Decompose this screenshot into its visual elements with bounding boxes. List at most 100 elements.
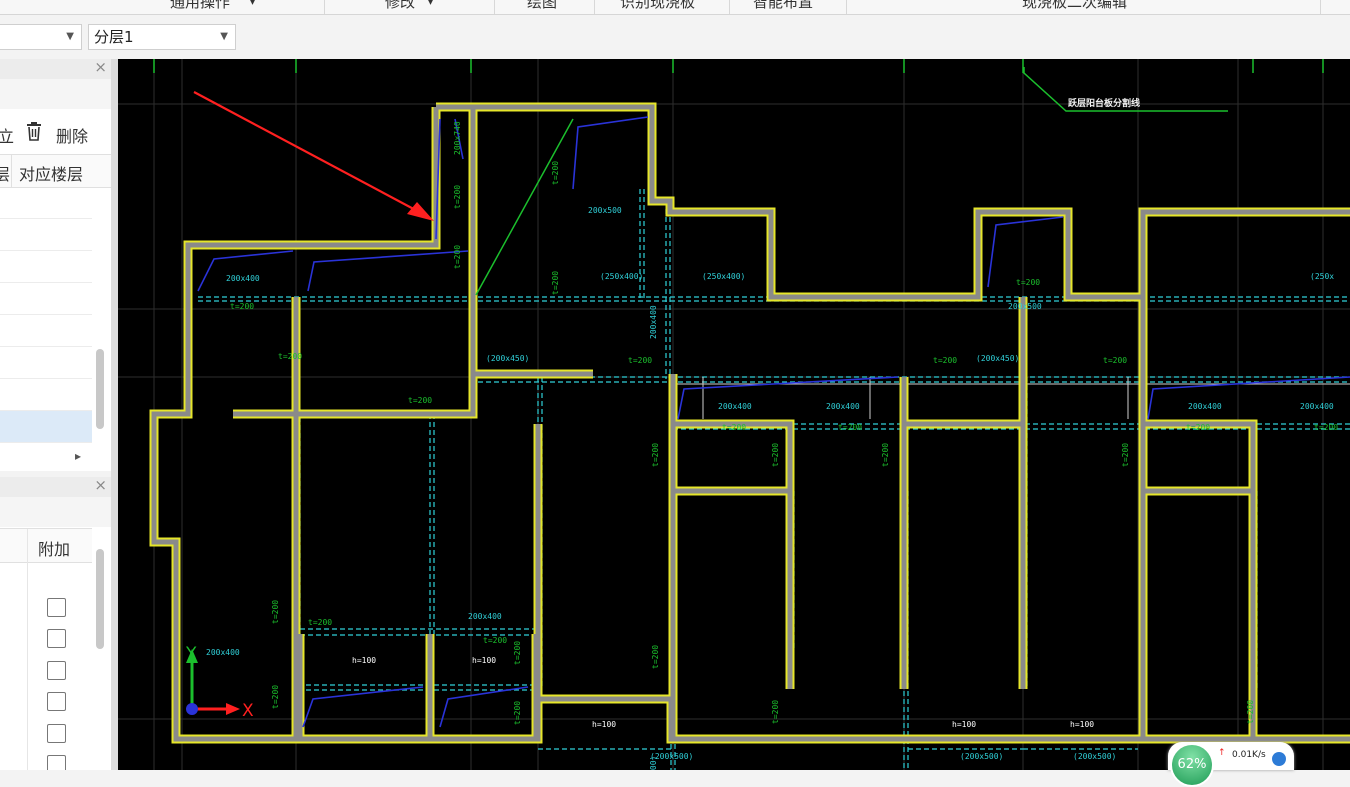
vertical-scrollbar[interactable] <box>96 549 104 649</box>
network-icon[interactable] <box>1272 752 1286 766</box>
chevron-down-icon[interactable]: ▼ <box>66 25 74 49</box>
close-icon[interactable]: × <box>94 477 107 494</box>
tab-general-ops[interactable]: 通用操作 <box>170 0 230 12</box>
tab-modify[interactable]: 修改 <box>385 0 415 12</box>
additional-checkbox[interactable] <box>47 629 66 648</box>
red-arrow-annotation <box>193 91 434 221</box>
tab-smart-layout[interactable]: 智能布置 <box>753 0 813 12</box>
slab-thickness-label: h=100 <box>352 656 376 665</box>
vertical-scrollbar[interactable] <box>96 349 104 429</box>
wall-thickness-label: t=200 <box>1186 423 1210 432</box>
split-line-label: 跃层阳台板分割线 <box>1068 97 1140 109</box>
component-list-panel: × 立 删除 层 对应楼层 ▸ <box>0 59 111 471</box>
net-speed: 0.01K/s <box>1232 750 1266 760</box>
cad-floor-plan[interactable]: Y X 跃层阳台板分割线 200x740 t=200 t=200 t=200 t=200… <box>118 59 1350 770</box>
chevron-down-icon[interactable]: ▾ <box>428 0 433 8</box>
wall-thickness-label: t=200 <box>651 645 660 669</box>
wall-thickness-label: 200x740 <box>453 121 462 155</box>
panel-title-strip <box>0 497 111 527</box>
wall-thickness-label: t=200 <box>651 443 660 467</box>
table-row[interactable] <box>0 251 92 283</box>
beam-size-label: (200x450) <box>486 354 529 363</box>
wall-outline-grey <box>151 104 1350 742</box>
table-row[interactable] <box>0 379 92 411</box>
wall-thickness-label: t=200 <box>453 245 462 269</box>
wall-thickness-label: t=200 <box>278 352 302 361</box>
beam-size-label: 200x400 <box>826 402 860 411</box>
beam-size-label: 200x400 <box>226 274 260 283</box>
wall-thickness-label: t=200 <box>722 423 746 432</box>
beam-size-label: 200x400 <box>468 612 502 621</box>
tab-recognize-slab[interactable]: 识别现浇板 <box>620 0 695 12</box>
wall-thickness-label: t=200 <box>513 701 522 725</box>
table-row[interactable] <box>0 347 92 379</box>
delete-button[interactable]: 删除 <box>56 123 88 147</box>
wall-thickness-label: t=200 <box>308 618 332 627</box>
chevron-right-icon[interactable]: ▸ <box>75 449 81 463</box>
beam-size-label: 200x400 <box>1300 402 1334 411</box>
table-row[interactable] <box>0 315 92 347</box>
wall-thickness-label: t=200 <box>453 185 462 209</box>
wall-thickness-label: t=200 <box>551 161 560 185</box>
additional-checkbox[interactable] <box>47 724 66 743</box>
additional-checkbox[interactable] <box>47 598 66 617</box>
ribbon-divider <box>594 0 595 14</box>
wall-thickness-label: t=200 <box>628 356 652 365</box>
table-row-selected[interactable] <box>0 411 92 443</box>
panel-header: × <box>0 59 111 80</box>
beam-size-label: 200x400 <box>1188 402 1222 411</box>
beam-size-label: 200x400 <box>206 648 240 657</box>
axis-y-label: Y <box>185 644 197 664</box>
beam-size-label: 200x400 <box>649 305 658 339</box>
tab-slab-edit[interactable]: 现浇板二次编辑 <box>1022 0 1127 12</box>
ribbon-divider <box>494 0 495 14</box>
beam-size-label: (200x500) <box>650 752 693 761</box>
wall-thickness-label: t=200 <box>230 302 254 311</box>
beam-size-label: (200x500) <box>960 752 1003 761</box>
ribbon-divider <box>324 0 325 14</box>
axis-x-label: X <box>242 701 254 721</box>
chevron-down-icon[interactable]: ▼ <box>220 25 228 49</box>
speed-ball[interactable]: 62% <box>1170 743 1214 787</box>
panel-splitter[interactable] <box>111 59 118 770</box>
wall-thickness-label: t=200 <box>771 700 780 724</box>
wall-thickness-label: t=200 <box>838 423 862 432</box>
ribbon-tabs: 通用操作 ▾ 修改 ▾ 绘图 识别现浇板 智能布置 现浇板二次编辑 <box>0 0 1350 15</box>
upload-arrow-icon: ↑ <box>1218 748 1226 758</box>
cad-drawing-canvas[interactable]: Y X 跃层阳台板分割线 200x740 t=200 t=200 t=200 t=200… <box>118 59 1350 770</box>
column-header-partial: 层 <box>0 165 11 184</box>
chevron-down-icon[interactable]: ▾ <box>250 0 255 8</box>
wall-thickness-label: t=200 <box>933 356 957 365</box>
slab-thickness-label: h=100 <box>1070 720 1094 729</box>
column-header-floor: 对应楼层 <box>19 165 84 184</box>
slab-thickness-label: h=100 <box>952 720 976 729</box>
floor-select[interactable]: ▼ <box>0 24 82 50</box>
wall-thickness-label: t=200 <box>483 636 507 645</box>
trash-icon[interactable] <box>26 122 41 141</box>
tab-draw[interactable]: 绘图 <box>527 0 557 12</box>
table-row[interactable] <box>0 219 92 251</box>
close-icon[interactable]: × <box>94 59 107 76</box>
table-row[interactable] <box>0 283 92 315</box>
toolbar-partial-label[interactable]: 立 <box>0 123 14 147</box>
additional-checkbox[interactable] <box>47 661 66 680</box>
wall-thickness-label: t=200 <box>1121 443 1130 467</box>
column-header-additional: 附加 <box>38 540 71 559</box>
beam-size-label: 200x400 <box>718 402 752 411</box>
ribbon-divider <box>846 0 847 14</box>
beam-size-label: (200x500) <box>1073 752 1116 761</box>
wall-thickness-label: t=200 <box>551 271 560 295</box>
wall-thickness-label: t=200 <box>771 443 780 467</box>
additional-checkbox[interactable] <box>47 755 66 770</box>
wall-thickness-label: t=200 <box>271 685 280 709</box>
wall-thickness-label: t=200 <box>271 600 280 624</box>
floor-toolbar: ▼ 分层1 ▼ <box>0 15 1350 59</box>
wall-thickness-label: t=200 <box>513 641 522 665</box>
beam-size-label: (200x450) <box>976 354 1019 363</box>
table-row[interactable] <box>0 187 92 219</box>
axis-ticks <box>153 59 1324 73</box>
beam-size-label: (250x400) <box>702 272 745 281</box>
beam-size-label: 200x500 <box>1008 302 1042 311</box>
additional-checkbox[interactable] <box>47 692 66 711</box>
layer-select[interactable]: 分层1 ▼ <box>88 24 236 50</box>
